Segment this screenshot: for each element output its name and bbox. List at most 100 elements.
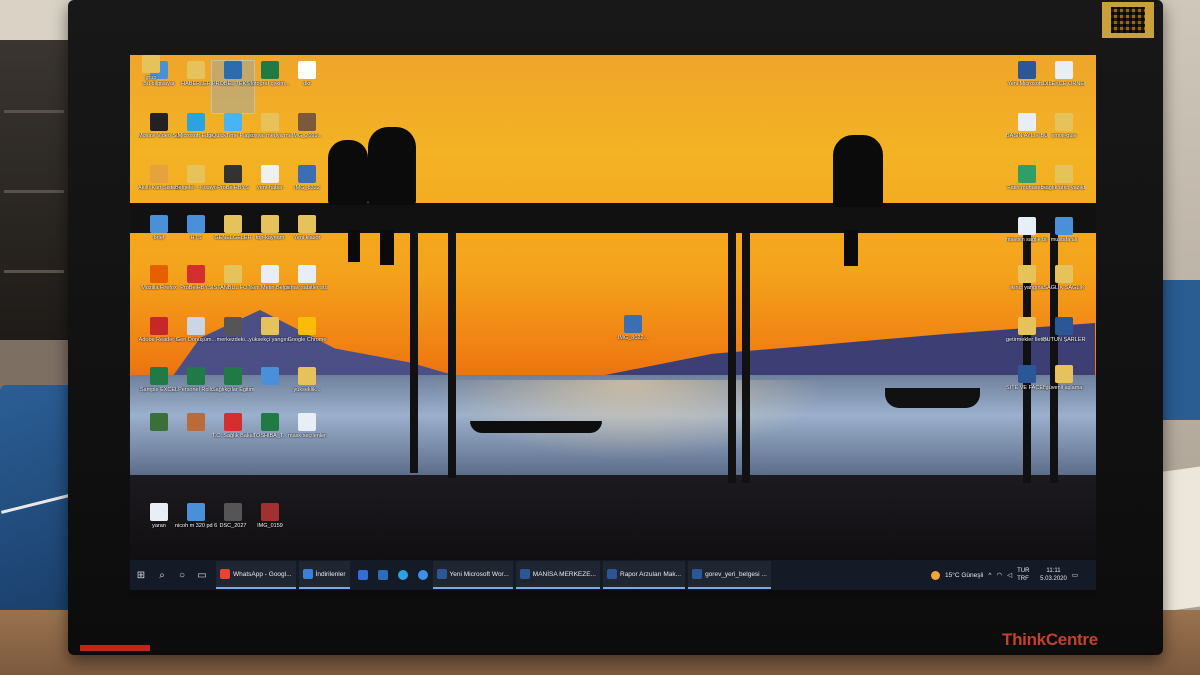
desktop-icon[interactable]: Akıllı Kart Sistemi Arayüzü <box>138 165 180 217</box>
desktop-icon[interactable]: Geri Dönüşüm... <box>175 317 217 369</box>
clock[interactable]: 11:11 5.03.2020 <box>1040 567 1067 583</box>
desktop-icon-label: PROBEL TEKSTİL Bilgisi <box>212 81 254 87</box>
task-view-icon: ▭ <box>197 569 207 581</box>
taskbar-app[interactable]: MANİSA MERKEZE... <box>515 561 600 589</box>
task-view-button[interactable]: ▭ <box>192 560 212 590</box>
desktop-icon[interactable]: IMG_0159 <box>249 503 291 555</box>
taskbar-app[interactable]: Rapor Arzuları Mak... <box>603 561 686 589</box>
desktop-icon[interactable]: sınav sabitler stü <box>286 265 328 317</box>
desktop-icon[interactable]: BÜTÜN ŞARLER HA... <box>1043 317 1085 369</box>
desktop-icon[interactable]: brief <box>138 215 180 267</box>
desktop-icon[interactable]: TOSHIBA_T... <box>249 413 291 465</box>
file-icon <box>150 317 168 335</box>
desktop-icon[interactable]: Google Chrome <box>286 317 328 369</box>
desktop-icon[interactable]: IMG_8322 <box>286 165 328 217</box>
desktop-icon[interactable]: GENELGELER <box>212 215 254 267</box>
desktop-icon[interactable] <box>138 413 180 465</box>
desktop-icon[interactable]: ProBelHBYS <box>175 265 217 317</box>
file-icon <box>150 367 168 385</box>
desktop-icon[interactable]: Personel Rollu <box>175 367 217 419</box>
desktop-icon[interactable]: Fatih muhasebe <box>1006 165 1048 217</box>
file-icon <box>298 317 316 335</box>
desktop-icon[interactable]: yeni-haber <box>249 165 291 217</box>
desktop-icon[interactable]: merkezdeki... <box>212 317 254 369</box>
wallpaper-boat <box>885 388 980 408</box>
desktop-icon[interactable]: DSC_2027 <box>212 503 254 555</box>
desktop-icon[interactable]: sağlık atıcı yazıldığı... <box>1043 165 1085 217</box>
desktop-icon-label: Sample EXCEL <box>139 387 179 393</box>
desktop-icon[interactable]: Sample EXCEL <box>138 367 180 419</box>
pinned-app[interactable] <box>413 560 433 590</box>
app-icon <box>692 569 703 579</box>
desktop-icon[interactable]: DİLEKÇE ÖRNEKLERİ <box>1043 61 1085 113</box>
taskbar-app[interactable]: İndirilenler <box>298 561 350 589</box>
cortana-button[interactable]: ○ <box>172 560 192 590</box>
desktop-icon[interactable]: HABERLER <box>175 61 217 113</box>
desktop-icon[interactable]: sosyal medya man bas... <box>249 113 291 165</box>
desktop-icon[interactable]: QuickTime Player <box>212 113 254 165</box>
desktop-icon[interactable]: Sağlıkçılar Egitim Sunu... <box>212 367 254 419</box>
desktop-icon[interactable]: Movavi Video Suite 22 <box>138 113 180 165</box>
desktop-icon[interactable]: BASIN AYLIK BÜNDFİ... <box>1006 113 1048 165</box>
desktop-icon[interactable]: emoji-güle <box>1043 113 1085 165</box>
file-icon <box>1055 265 1073 283</box>
file-icon <box>224 61 242 79</box>
taskbar-app[interactable]: Yeni Microsoft Wor... <box>432 561 513 589</box>
desktop-icon[interactable]: yükseklik... <box>286 367 328 419</box>
desktop-icon[interactable]: IMG_2099... <box>286 113 328 165</box>
desktop-icon[interactable]: güvenli aşlama <box>1043 365 1085 417</box>
desktop-icon[interactable]: İSTANBUL FOTOĞRAF... <box>212 265 254 317</box>
desktop-icon[interactable]: Mozilla Firefox <box>138 265 180 317</box>
weather-text[interactable]: 15°C Güneşli <box>945 572 983 579</box>
desktop-icon[interactable]: Belgeler - Kısayol <box>175 165 217 217</box>
desktop-icon[interactable]: ikinci yangına <box>1006 265 1048 317</box>
desktop-icon[interactable] <box>175 413 217 465</box>
desktop-icon-label: güvenli aşlama <box>1045 385 1083 391</box>
desktop-icon[interactable]: mask seçilenler <box>286 413 328 465</box>
pinned-app[interactable] <box>393 560 413 590</box>
silhouette-legs <box>348 230 360 262</box>
language-indicator[interactable]: TUR TRF <box>1017 567 1035 583</box>
volume-icon[interactable]: ◁ <box>1007 571 1012 579</box>
desktop-icon[interactable]: mustafa ali <box>1043 217 1085 269</box>
desktop-icon[interactable]: dkr <box>286 61 328 113</box>
desktop-icon[interactable]: Yeni klasör <box>286 215 328 267</box>
silhouette-legs <box>844 230 858 266</box>
desktop-icon[interactable]: HTS <box>175 215 217 267</box>
desktop-icon[interactable]: ProBelHBYS <box>212 165 254 217</box>
desktop-icon[interactable]: Yeni Microsoft... <box>1006 61 1048 113</box>
start-button[interactable]: ⊞ <box>130 560 152 590</box>
desktop-icon[interactable]: getirmekler İletişim-2020 <box>1006 317 1048 369</box>
network-icon[interactable]: ◠ <box>996 571 1002 579</box>
pinned-app[interactable] <box>373 560 393 590</box>
desktop-icon[interactable]: yaran <box>138 503 180 555</box>
taskbar-app[interactable]: gorev_yeri_belgesi ... <box>688 561 771 589</box>
desktop-icon[interactable]: Adobe Reader X <box>138 317 180 369</box>
desktop-icon[interactable]: fotoğraf çekim... <box>249 61 291 113</box>
file-icon <box>1055 217 1073 235</box>
desktop-icon[interactable]: Microsoft Edge <box>175 113 217 165</box>
desktop-icon[interactable]: nicoh m 320 pd 6 (10.1... <box>175 503 217 555</box>
desktop-icon[interactable]: Yeni Metin Belgesi <box>249 265 291 317</box>
notification-icon[interactable]: ▭ <box>1072 571 1078 579</box>
desktop-icon[interactable]: top-kaynam <box>249 215 291 267</box>
desktop-icon-label: fotoğraf çekim... <box>250 81 290 87</box>
desktop-icon[interactable]: SİTE VE FACEBOO... <box>1006 365 1048 417</box>
search-button[interactable]: ⌕ <box>152 560 172 590</box>
taskbar-app[interactable]: WhatsApp - Googl... <box>216 561 296 589</box>
silhouette-person <box>328 140 368 205</box>
desktop-icon[interactable]: PROBEL TEKSTİL Bilgisi <box>211 60 255 114</box>
desktop-icon[interactable]: mavisin sağlık bildiriği bel... <box>1006 217 1048 269</box>
file-icon <box>1018 265 1036 283</box>
desktop-icon[interactable]: grup <box>130 55 172 107</box>
desktop-icon[interactable] <box>249 367 291 419</box>
desktop-icon-label: IMG_0159 <box>257 523 283 529</box>
file-icon <box>1018 165 1036 183</box>
edge-icon <box>397 570 408 580</box>
pinned-app[interactable] <box>353 560 373 590</box>
chevron-up-icon[interactable]: ^ <box>988 572 991 579</box>
desktop-icon[interactable]: yüksekçi yangınışı <box>249 317 291 369</box>
desktop-icon[interactable]: SAĞLIK SAĞLIK <box>1043 265 1085 317</box>
desktop-icon[interactable]: IMG_8022... <box>612 315 654 367</box>
desktop-icon[interactable]: T.C. Sağlık Bakanlığı... <box>212 413 254 465</box>
